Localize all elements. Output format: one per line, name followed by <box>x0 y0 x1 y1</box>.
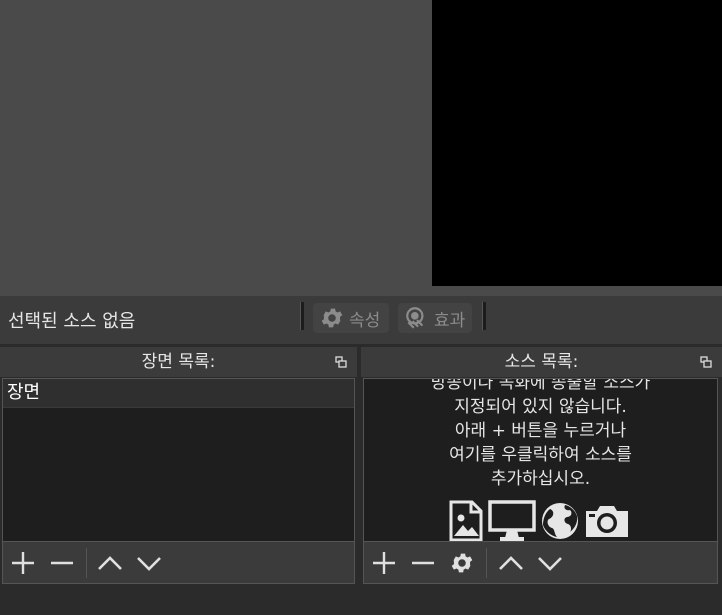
move-scene-down-button[interactable] <box>135 549 163 577</box>
source-type-icons <box>448 500 630 541</box>
properties-label: 속성 <box>349 310 381 331</box>
sources-dock: 소스 목록: 방송이나 녹화에 송출할 소스가 지정되어 있지 않습니다. 아래… <box>361 347 722 585</box>
preview-canvas[interactable] <box>432 0 722 286</box>
remove-source-button[interactable] <box>409 549 437 577</box>
gear-icon <box>451 553 473 573</box>
camera-icon <box>586 506 628 537</box>
help-line: 아래 + 버튼을 누르거나 <box>454 421 627 441</box>
scenes-dock: 장면 목록: 장면 <box>0 347 357 585</box>
help-line: 지정되어 있지 않습니다. <box>454 397 627 417</box>
minus-icon <box>51 561 73 565</box>
move-scene-up-button[interactable] <box>96 549 124 577</box>
filter-icon <box>406 307 424 329</box>
float-dock-icon[interactable] <box>335 356 347 368</box>
no-source-selected-label: 선택된 소스 없음 <box>8 311 136 332</box>
monitor-icon <box>488 500 536 541</box>
bottom-strip <box>0 585 722 615</box>
sources-toolbar <box>363 542 718 584</box>
source-list[interactable]: 방송이나 녹화에 송출할 소스가 지정되어 있지 않습니다. 아래 + 버튼을 … <box>363 378 718 542</box>
scene-list-item[interactable]: 장면 <box>3 379 354 408</box>
plus-icon <box>373 552 395 574</box>
add-source-button[interactable] <box>370 549 398 577</box>
scenes-dock-title: 장면 목록: <box>0 347 357 377</box>
filters-label: 효과 <box>434 310 466 331</box>
context-bar-separator <box>482 302 486 330</box>
sources-dock-title-text: 소스 목록: <box>504 352 579 372</box>
toolbar-separator <box>86 548 87 578</box>
help-line: 추가하십시오. <box>490 469 591 489</box>
minus-icon <box>412 561 434 565</box>
properties-button[interactable]: 속성 <box>313 303 389 333</box>
scene-list[interactable]: 장면 <box>2 378 355 542</box>
no-sources-help-text: 방송이나 녹화에 송출할 소스가 지정되어 있지 않습니다. 아래 + 버튼을 … <box>364 378 717 491</box>
image-file-icon <box>449 500 483 541</box>
sources-dock-title: 소스 목록: <box>361 347 722 377</box>
preview-area <box>0 0 722 296</box>
chevron-up-icon <box>98 556 122 570</box>
float-dock-icon[interactable] <box>700 356 712 368</box>
context-bar: 선택된 소스 없음 속성 효과 <box>0 296 722 344</box>
gear-icon <box>321 308 343 328</box>
toolbar-separator <box>486 548 487 578</box>
chevron-down-icon <box>538 557 562 571</box>
help-line: 여기를 우클릭하여 소스를 <box>449 445 632 465</box>
globe-icon <box>542 503 578 539</box>
scenes-toolbar <box>2 542 355 584</box>
source-properties-button[interactable] <box>448 549 476 577</box>
remove-scene-button[interactable] <box>48 549 76 577</box>
scenes-dock-title-text: 장면 목록: <box>141 352 216 372</box>
move-source-up-button[interactable] <box>497 549 525 577</box>
filters-button[interactable]: 효과 <box>398 303 472 333</box>
add-scene-button[interactable] <box>9 549 37 577</box>
move-source-down-button[interactable] <box>536 549 564 577</box>
help-line: 방송이나 녹화에 송출할 소스가 <box>430 378 651 393</box>
context-bar-separator <box>300 302 304 330</box>
plus-icon <box>12 552 34 574</box>
chevron-down-icon <box>137 557 161 571</box>
chevron-up-icon <box>499 556 523 570</box>
